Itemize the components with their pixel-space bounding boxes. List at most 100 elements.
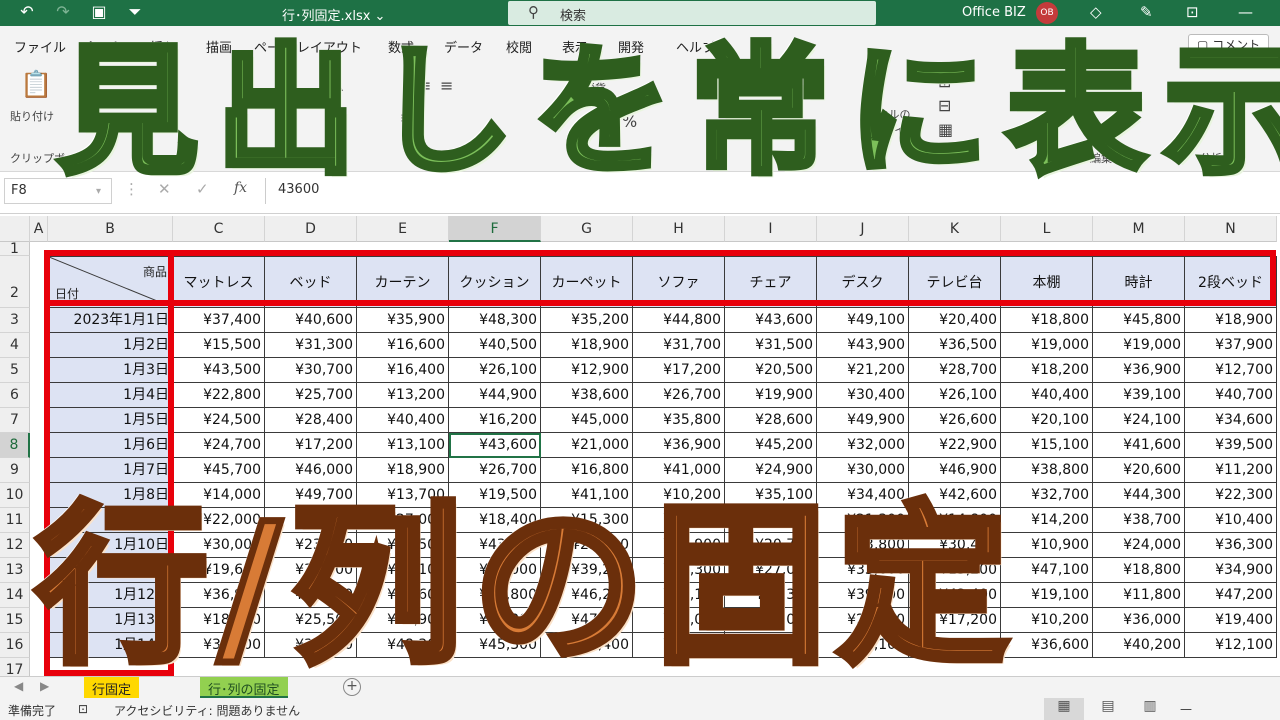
sales-value-cell[interactable]: ¥26,300 <box>449 608 541 633</box>
row-header-9[interactable]: 9 <box>0 458 30 483</box>
sales-value-cell[interactable]: ¥35,900 <box>357 308 449 333</box>
sales-value-cell[interactable]: ¥18,800 <box>1001 308 1093 333</box>
column-header-c[interactable]: C <box>173 216 265 242</box>
sales-value-cell[interactable]: ¥17,200 <box>265 433 357 458</box>
sales-value-cell[interactable]: ¥24,000 <box>1093 533 1185 558</box>
tab-home[interactable]: ホーム <box>84 37 123 56</box>
sales-value-cell[interactable]: ¥40,000 <box>633 608 725 633</box>
row-header-15[interactable]: 15 <box>0 608 30 633</box>
sales-value-cell[interactable]: ¥18,100 <box>173 608 265 633</box>
insert-cells-icon[interactable]: ⊞ <box>938 72 951 91</box>
window-title[interactable]: 行･列固定.xlsx ⌄ <box>282 5 385 24</box>
sales-value-cell[interactable]: ¥40,200 <box>1093 633 1185 658</box>
sales-value-cell[interactable]: ¥43,600 <box>725 308 817 333</box>
filter-icon[interactable]: ⚗ <box>1098 74 1112 93</box>
sales-value-cell[interactable]: ¥15,100 <box>1001 433 1093 458</box>
percent-icon[interactable]: % <box>622 112 637 131</box>
sales-value-cell[interactable]: ¥42,600 <box>909 483 1001 508</box>
date-cell[interactable]: 1月7日 <box>48 458 173 483</box>
row-header-17[interactable]: 17 <box>0 658 30 676</box>
sales-value-cell[interactable]: ¥34,600 <box>1185 408 1277 433</box>
paste-icon[interactable]: 📋 <box>20 70 52 100</box>
sales-value-cell[interactable]: ¥44,800 <box>633 308 725 333</box>
sales-value-cell[interactable]: ¥19,100 <box>1001 583 1093 608</box>
row-header-4[interactable]: 4 <box>0 333 30 358</box>
row-header-11[interactable]: 11 <box>0 508 30 533</box>
sales-value-cell[interactable]: ¥34,600 <box>909 633 1001 658</box>
tab-view[interactable]: 表示 <box>562 37 588 56</box>
sales-value-cell[interactable]: ¥10,200 <box>1001 608 1093 633</box>
customize-qat-icon[interactable]: ⏷ <box>122 2 148 22</box>
sales-value-cell[interactable]: ¥26,100 <box>449 358 541 383</box>
sales-value-cell[interactable]: ¥14,200 <box>1001 508 1093 533</box>
sales-value-cell[interactable]: ¥13,200 <box>357 383 449 408</box>
sales-value-cell[interactable]: ¥45,500 <box>265 583 357 608</box>
sales-value-cell[interactable]: ¥18,400 <box>449 508 541 533</box>
sales-value-cell[interactable]: ¥19,500 <box>633 508 725 533</box>
sales-value-cell[interactable]: ¥40,500 <box>357 533 449 558</box>
sales-value-cell[interactable]: ¥15,000 <box>449 558 541 583</box>
font-grow-icon[interactable]: A <box>332 76 343 95</box>
sales-value-cell[interactable]: ¥40,600 <box>265 308 357 333</box>
sales-value-cell[interactable]: ¥37,800 <box>173 633 265 658</box>
column-header-d[interactable]: D <box>265 216 357 242</box>
product-header-cell[interactable]: 2段ベッド <box>1185 256 1277 308</box>
save-icon[interactable]: ▣ <box>86 2 112 22</box>
pen-icon[interactable]: ✎ <box>1140 3 1153 21</box>
sales-value-cell[interactable]: ¥16,800 <box>541 458 633 483</box>
sales-value-cell[interactable]: ¥23,300 <box>541 533 633 558</box>
product-header-cell[interactable]: 時計 <box>1093 256 1185 308</box>
sheet-tab-row-col-freeze[interactable]: 行･列の固定 <box>200 677 288 698</box>
sales-value-cell[interactable]: ¥45,300 <box>449 633 541 658</box>
sales-value-cell[interactable]: ¥13,700 <box>357 483 449 508</box>
sales-value-cell[interactable]: ¥32,500 <box>633 633 725 658</box>
date-cell[interactable]: 1月8日 <box>48 483 173 508</box>
product-header-cell[interactable]: ソファ <box>633 256 725 308</box>
column-header-n[interactable]: N <box>1185 216 1277 242</box>
tab-page-layout[interactable]: ページ レイアウト <box>254 37 362 56</box>
sales-value-cell[interactable]: ¥26,300 <box>817 608 909 633</box>
sales-value-cell[interactable]: ¥22,300 <box>1185 483 1277 508</box>
worksheet-grid[interactable]: A B C D E F G H I J K L M N 1 2 3 4 5 6 7 8 9 10 11 12 13 14 15 16 17 商… <box>0 216 1280 676</box>
sales-value-cell[interactable]: ¥24,900 <box>725 458 817 483</box>
sales-value-cell[interactable]: ¥11,800 <box>1093 583 1185 608</box>
sales-value-cell[interactable]: ¥39,200 <box>541 558 633 583</box>
column-header-i[interactable]: I <box>725 216 817 242</box>
sales-value-cell[interactable]: ¥25,500 <box>265 608 357 633</box>
sales-value-cell[interactable]: ¥20,400 <box>909 308 1001 333</box>
sales-value-cell[interactable]: ¥37,900 <box>1185 333 1277 358</box>
sales-value-cell[interactable]: ¥25,100 <box>633 583 725 608</box>
sales-value-cell[interactable]: ¥16,000 <box>725 608 817 633</box>
sales-value-cell[interactable]: ¥31,900 <box>265 508 357 533</box>
row-header-1[interactable]: 1 <box>0 242 30 256</box>
row-header-8[interactable]: 8 <box>0 433 30 458</box>
sales-value-cell[interactable]: ¥49,900 <box>817 408 909 433</box>
row-header-14[interactable]: 14 <box>0 583 30 608</box>
sales-value-cell[interactable]: ¥20,700 <box>725 533 817 558</box>
sales-value-cell[interactable]: ¥44,300 <box>633 558 725 583</box>
sales-value-cell[interactable]: ¥16,400 <box>357 358 449 383</box>
sales-value-cell[interactable]: ¥18,200 <box>1001 358 1093 383</box>
row-header-2[interactable]: 2 <box>0 256 30 308</box>
sales-value-cell[interactable]: ¥14,800 <box>909 508 1001 533</box>
sales-value-cell[interactable]: ¥45,000 <box>541 408 633 433</box>
tab-insert[interactable]: 挿入 <box>150 37 176 56</box>
delete-cells-icon[interactable]: ⊟ <box>938 96 951 115</box>
sales-value-cell[interactable]: ¥20,500 <box>725 358 817 383</box>
sales-value-cell[interactable]: ¥16,600 <box>357 333 449 358</box>
sales-value-cell[interactable]: ¥18,900 <box>357 458 449 483</box>
sales-value-cell[interactable]: ¥21,300 <box>817 508 909 533</box>
sales-value-cell[interactable]: ¥45,800 <box>1093 308 1185 333</box>
sales-value-cell[interactable]: ¥28,400 <box>265 408 357 433</box>
sales-value-cell[interactable]: ¥45,200 <box>725 433 817 458</box>
row-header-6[interactable]: 6 <box>0 383 30 408</box>
date-cell[interactable]: 1月3日 <box>48 358 173 383</box>
row-header-7[interactable]: 7 <box>0 408 30 433</box>
name-box-dropdown-icon[interactable]: ▾ <box>96 186 101 197</box>
sales-value-cell[interactable]: ¥10,400 <box>1185 508 1277 533</box>
cancel-icon[interactable]: ✕ <box>158 180 171 198</box>
add-sheet-icon[interactable]: + <box>343 678 361 696</box>
enter-icon[interactable]: ✓ <box>196 180 209 198</box>
sales-value-cell[interactable]: ¥21,200 <box>817 358 909 383</box>
row-header-16[interactable]: 16 <box>0 633 30 658</box>
